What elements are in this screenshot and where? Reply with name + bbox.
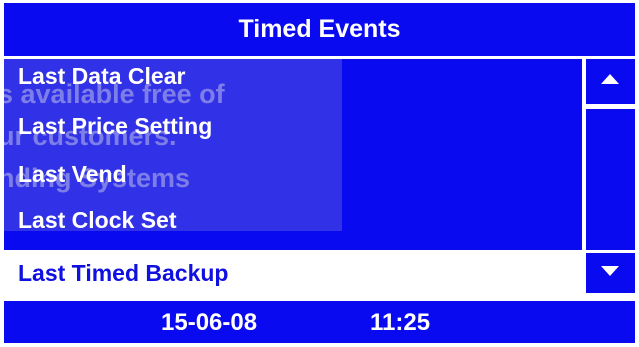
time-display: 11:25 — [370, 309, 431, 336]
menu-item-last-clock-set[interactable]: Last Clock Set — [18, 207, 177, 234]
date-display: 15-06-08 — [161, 309, 258, 336]
event-list: s available free of ur customers. nding … — [4, 59, 582, 250]
menu-item-last-vend[interactable]: Last Vend — [18, 161, 127, 188]
screen-title-text: Timed Events — [238, 15, 401, 43]
arrow-down-icon — [601, 266, 619, 276]
scroll-down-button[interactable] — [586, 253, 635, 293]
menu-item-last-price-setting[interactable]: Last Price Setting — [18, 113, 212, 140]
screen-title: Timed Events — [4, 3, 635, 56]
menu-item-last-data-clear[interactable]: Last Data Clear — [18, 63, 185, 90]
menu-item-last-timed-backup[interactable]: Last Timed Backup — [18, 260, 228, 287]
arrow-up-icon — [601, 74, 619, 84]
scroll-up-button[interactable] — [586, 59, 635, 104]
status-bar: 15-06-08 11:25 — [4, 301, 635, 343]
scroll-track[interactable] — [586, 109, 635, 250]
